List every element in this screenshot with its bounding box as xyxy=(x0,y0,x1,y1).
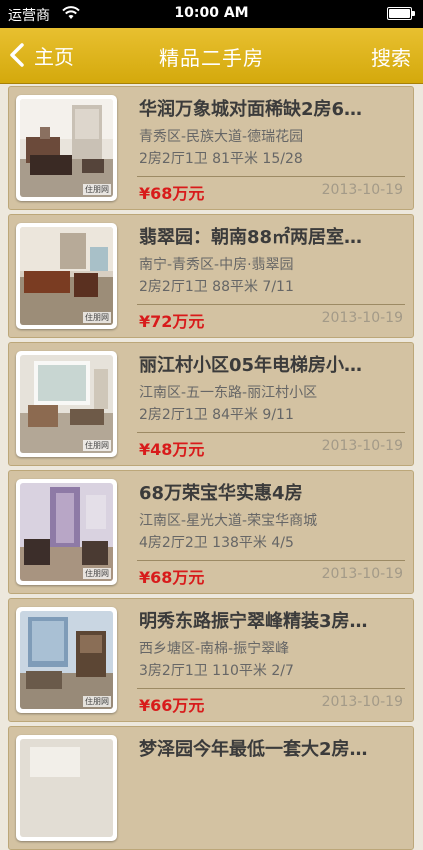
listing-price: ¥68万元 xyxy=(139,568,205,587)
listing-specs: 2房2厅1卫 84平米 9/11 xyxy=(139,407,294,423)
card-divider xyxy=(137,304,405,305)
photo-watermark: 住朋网 xyxy=(83,440,111,451)
photo-watermark: 住朋网 xyxy=(83,312,111,323)
listing-card[interactable]: 住朋网 华润万象城对面稀缺2房6… 青秀区-民族大道-德瑞花园 2房2厅1卫 8… xyxy=(8,86,414,210)
listing-date: 2013-10-19 xyxy=(321,182,403,198)
listing-title: 梦泽园今年最低一套大2房… xyxy=(139,739,368,760)
listing-card[interactable]: 住朋网 明秀东路振宁翠峰精装3房… 西乡塘区-南棉-振宁翠峰 3房2厅1卫 11… xyxy=(8,598,414,722)
listing-specs: 3房2厅1卫 110平米 2/7 xyxy=(139,663,294,679)
listing-date: 2013-10-19 xyxy=(321,694,403,710)
status-bar: 运营商 10:00 AM xyxy=(0,0,423,28)
listing-specs: 2房2厅1卫 88平米 7/11 xyxy=(139,279,294,295)
listing-location: 江南区-星光大道-荣宝华商城 xyxy=(139,513,318,529)
listing-date: 2013-10-19 xyxy=(321,566,403,582)
card-divider xyxy=(137,560,405,561)
listing-title: 翡翠园：朝南88㎡两居室… xyxy=(139,227,363,248)
listing-card[interactable]: 住朋网 68万荣宝华实惠4房 江南区-星光大道-荣宝华商城 4房2厅2卫 138… xyxy=(8,470,414,594)
photo-watermark: 住朋网 xyxy=(83,696,111,707)
listing-photo: 住朋网 xyxy=(16,223,117,329)
clock: 10:00 AM xyxy=(174,5,249,21)
battery-icon xyxy=(387,7,417,21)
listing-location: 江南区-五一东路-丽江村小区 xyxy=(139,385,318,401)
card-divider xyxy=(137,688,405,689)
listing-location: 青秀区-民族大道-德瑞花园 xyxy=(139,129,304,145)
listing-photo: 住朋网 xyxy=(16,479,117,585)
listing-photo: 住朋网 xyxy=(16,95,117,201)
listing-price: ¥48万元 xyxy=(139,440,205,459)
listing-title: 丽江村小区05年电梯房小… xyxy=(139,355,363,376)
page-title: 精品二手房 xyxy=(159,46,264,70)
listing-photo: 住朋网 xyxy=(16,351,117,457)
listing-card[interactable]: 住朋网 丽江村小区05年电梯房小… 江南区-五一东路-丽江村小区 2房2厅1卫 … xyxy=(8,342,414,466)
listing-specs: 2房2厅1卫 81平米 15/28 xyxy=(139,151,303,167)
listing-photo xyxy=(16,735,117,841)
listing-photo: 住朋网 xyxy=(16,607,117,713)
listing-card[interactable]: 梦泽园今年最低一套大2房… xyxy=(8,726,414,850)
card-divider xyxy=(137,432,405,433)
listing-location: 南宁-青秀区-中房·翡翠园 xyxy=(139,257,294,273)
listing-title: 明秀东路振宁翠峰精装3房… xyxy=(139,611,368,632)
listing-card[interactable]: 住朋网 翡翠园：朝南88㎡两居室… 南宁-青秀区-中房·翡翠园 2房2厅1卫 8… xyxy=(8,214,414,338)
photo-watermark: 住朋网 xyxy=(83,568,111,579)
listing-specs: 4房2厅2卫 138平米 4/5 xyxy=(139,535,294,551)
listing-location: 西乡塘区-南棉-振宁翠峰 xyxy=(139,641,290,657)
photo-watermark: 住朋网 xyxy=(83,184,111,195)
listing-title: 68万荣宝华实惠4房 xyxy=(139,483,303,504)
search-button[interactable]: 搜索 xyxy=(371,42,411,71)
listing-price: ¥68万元 xyxy=(139,184,205,203)
card-divider xyxy=(137,176,405,177)
listing-price: ¥72万元 xyxy=(139,312,205,331)
listing-price: ¥66万元 xyxy=(139,696,205,715)
navigation-bar: 主页 精品二手房 搜索 xyxy=(0,28,423,84)
listing-date: 2013-10-19 xyxy=(321,438,403,454)
listing-title: 华润万象城对面稀缺2房6… xyxy=(139,99,363,120)
listing-date: 2013-10-19 xyxy=(321,310,403,326)
